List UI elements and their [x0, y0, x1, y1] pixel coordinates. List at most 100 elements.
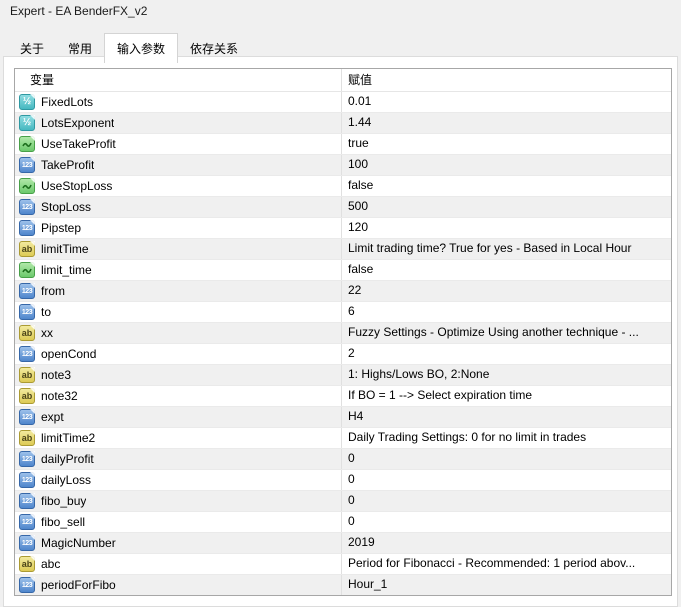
- int-glyph: 123: [22, 351, 32, 358]
- param-value[interactable]: H4: [341, 407, 671, 427]
- int-type-icon: 123: [19, 451, 35, 467]
- int-type-icon: 123: [19, 535, 35, 551]
- param-row[interactable]: 123 to 6: [15, 302, 671, 323]
- param-name: dailyLoss: [41, 473, 91, 487]
- param-row[interactable]: ½FixedLots0.01: [15, 92, 671, 113]
- param-name: Pipstep: [41, 221, 81, 235]
- param-row[interactable]: ablimitTime2Daily Trading Settings: 0 fo…: [15, 428, 671, 449]
- string-type-icon: ab: [19, 556, 35, 572]
- param-variable-cell: 123 Pipstep: [15, 218, 341, 238]
- param-variable-cell: 123StopLoss: [15, 197, 341, 217]
- param-row[interactable]: 123exptH4: [15, 407, 671, 428]
- param-variable-cell: 123dailyProfit: [15, 449, 341, 469]
- param-row[interactable]: abnote32If BO = 1 --> Select expiration …: [15, 386, 671, 407]
- param-name: periodForFibo: [41, 578, 116, 592]
- param-value[interactable]: Daily Trading Settings: 0 for no limit i…: [341, 428, 671, 448]
- param-row[interactable]: 123 Pipstep 120: [15, 218, 671, 239]
- param-variable-cell: 123expt: [15, 407, 341, 427]
- param-row[interactable]: 123 periodForFibo Hour_1: [15, 575, 671, 596]
- param-row[interactable]: ababc Period for Fibonacci - Recommended:…: [15, 554, 671, 575]
- column-header-variable[interactable]: 变量: [15, 69, 341, 91]
- param-row[interactable]: 123from22: [15, 281, 671, 302]
- int-glyph: 123: [22, 456, 32, 463]
- tab-page-input-parameters: 变量 赋值 ½FixedLots0.01½LotsExponent1.44Use…: [3, 56, 678, 607]
- tab-dependencies[interactable]: 依存关系: [178, 36, 250, 62]
- param-name: abc: [41, 557, 60, 571]
- int-glyph: 123: [22, 309, 32, 316]
- double-type-icon: ½: [19, 115, 35, 131]
- param-value[interactable]: 0: [341, 470, 671, 490]
- param-value[interactable]: 0: [341, 491, 671, 511]
- param-row[interactable]: ½LotsExponent1.44: [15, 113, 671, 134]
- param-row[interactable]: 123openCond2: [15, 344, 671, 365]
- param-variable-cell: 123openCond: [15, 344, 341, 364]
- param-value[interactable]: false: [341, 260, 671, 280]
- tab-input-parameters[interactable]: 输入参数: [104, 33, 178, 63]
- column-header-value[interactable]: 赋值: [341, 69, 671, 91]
- param-value[interactable]: Limit trading time? True for yes - Based…: [341, 239, 671, 259]
- param-value[interactable]: Fuzzy Settings - Optimize Using another …: [341, 323, 671, 343]
- param-name: TakeProfit: [41, 158, 94, 172]
- param-value[interactable]: 2019: [341, 533, 671, 553]
- int-glyph: 123: [22, 162, 32, 169]
- param-value[interactable]: Period for Fibonacci - Recommended: 1 pe…: [341, 554, 671, 574]
- int-type-icon: 123: [19, 304, 35, 320]
- param-name: limit_time: [41, 263, 92, 277]
- param-value[interactable]: 1.44: [341, 113, 671, 133]
- param-value[interactable]: 120: [341, 218, 671, 238]
- string-type-icon: ab: [19, 241, 35, 257]
- window-title: Expert - EA BenderFX_v2: [10, 4, 147, 18]
- param-row[interactable]: UseTakeProfittrue: [15, 134, 671, 155]
- param-value[interactable]: 0: [341, 512, 671, 532]
- param-value[interactable]: Hour_1: [341, 575, 671, 595]
- int-glyph: 123: [22, 477, 32, 484]
- param-variable-cell: ab limitTime: [15, 239, 341, 259]
- param-row[interactable]: 123 dailyLoss 0: [15, 470, 671, 491]
- param-value[interactable]: true: [341, 134, 671, 154]
- param-name: limitTime: [41, 242, 89, 256]
- param-value[interactable]: 22: [341, 281, 671, 301]
- param-name: limitTime2: [41, 431, 95, 445]
- param-row[interactable]: ab limitTime Limit trading time? True for …: [15, 239, 671, 260]
- param-variable-cell: UseTakeProfit: [15, 134, 341, 154]
- int-type-icon: 123: [19, 283, 35, 299]
- int-type-icon: 123: [19, 514, 35, 530]
- tab-common[interactable]: 常用: [56, 36, 104, 62]
- param-variable-cell: 123fibo_buy: [15, 491, 341, 511]
- int-glyph: 123: [22, 498, 32, 505]
- tab-bar: 关于 常用 输入参数 依存关系: [8, 33, 250, 62]
- param-row[interactable]: 123fibo_buy0: [15, 491, 671, 512]
- param-value[interactable]: 500: [341, 197, 671, 217]
- param-row[interactable]: 123StopLoss500: [15, 197, 671, 218]
- param-value[interactable]: If BO = 1 --> Select expiration time: [341, 386, 671, 406]
- param-value[interactable]: 6: [341, 302, 671, 322]
- param-row[interactable]: UseStopLossfalse: [15, 176, 671, 197]
- param-row[interactable]: abxxFuzzy Settings - Optimize Using anot…: [15, 323, 671, 344]
- param-value[interactable]: 100: [341, 155, 671, 175]
- param-variable-cell: abnote3: [15, 365, 341, 385]
- param-value[interactable]: 2: [341, 344, 671, 364]
- param-value[interactable]: false: [341, 176, 671, 196]
- param-name: expt: [41, 410, 64, 424]
- param-row[interactable]: limit_time false: [15, 260, 671, 281]
- int-glyph: 123: [22, 204, 32, 211]
- param-row[interactable]: 123 MagicNumber 2019: [15, 533, 671, 554]
- param-row[interactable]: 123dailyProfit0: [15, 449, 671, 470]
- int-glyph: 123: [22, 519, 32, 526]
- param-value[interactable]: 1: Highs/Lows BO, 2:None: [341, 365, 671, 385]
- param-row[interactable]: 123 TakeProfit 100: [15, 155, 671, 176]
- int-glyph: 123: [22, 582, 32, 589]
- param-row[interactable]: 123 fibo_sell 0: [15, 512, 671, 533]
- int-type-icon: 123: [19, 220, 35, 236]
- int-type-icon: 123: [19, 199, 35, 215]
- param-name: to: [41, 305, 51, 319]
- param-variable-cell: 123 fibo_sell: [15, 512, 341, 532]
- param-row[interactable]: abnote31: Highs/Lows BO, 2:None: [15, 365, 671, 386]
- param-value[interactable]: 0.01: [341, 92, 671, 112]
- param-name: fibo_sell: [41, 515, 85, 529]
- param-name: MagicNumber: [41, 536, 116, 550]
- param-variable-cell: abnote32: [15, 386, 341, 406]
- param-value[interactable]: 0: [341, 449, 671, 469]
- tab-about[interactable]: 关于: [8, 36, 56, 62]
- param-variable-cell: limit_time: [15, 260, 341, 280]
